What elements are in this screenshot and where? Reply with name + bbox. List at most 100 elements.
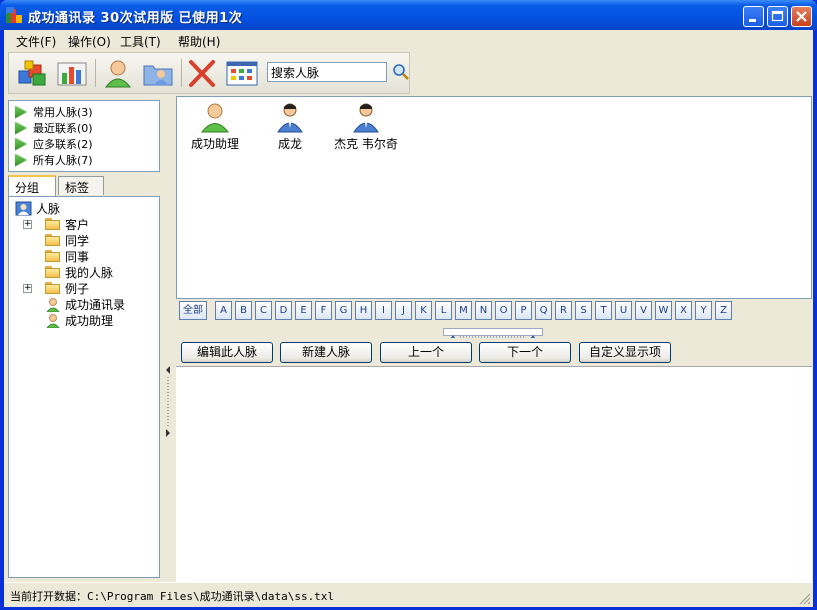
resize-grip-icon[interactable] [799, 593, 811, 605]
alpha-button-j[interactable]: J [395, 301, 412, 320]
tree-item-colleagues[interactable]: 同事 [45, 248, 89, 264]
status-label: 当前打开数据： [10, 590, 87, 603]
quick-item-label: 所有人脉(7) [33, 154, 93, 167]
tree-item-label: 成功通讯录 [65, 297, 126, 312]
tab-tags[interactable]: 标签 [58, 176, 104, 195]
client-area: 文件(F) 操作(O) 工具(T) 帮助(H) 搜索人脉 常用人脉(3) 最近联… [4, 30, 813, 607]
tree-item-label: 同事 [65, 249, 90, 264]
alpha-button-m[interactable]: M [455, 301, 472, 320]
tree-item-classmates[interactable]: 同学 [45, 232, 89, 248]
vertical-splitter[interactable] [164, 96, 172, 582]
toolbar-person-button[interactable] [101, 57, 135, 89]
alpha-button-k[interactable]: K [415, 301, 432, 320]
alpha-button-f[interactable]: F [315, 301, 332, 320]
contact-card[interactable]: 杰克 韦尔奇 [331, 101, 401, 152]
businessman-icon [353, 103, 379, 133]
tree-item-contact-app[interactable]: 成功通讯录 [45, 296, 125, 312]
delete-x-icon [189, 60, 215, 87]
alpha-button-r[interactable]: R [555, 301, 572, 320]
tree-item-label: 例子 [65, 281, 90, 296]
alpha-button-e[interactable]: E [295, 301, 312, 320]
tree-root[interactable]: 人脉 [15, 200, 60, 216]
alpha-button-p[interactable]: P [515, 301, 532, 320]
maximize-button[interactable] [767, 6, 788, 27]
alpha-button-q[interactable]: Q [535, 301, 552, 320]
alpha-button-n[interactable]: N [475, 301, 492, 320]
contact-card[interactable]: 成功助理 [190, 101, 240, 152]
cubes-icon [18, 60, 46, 86]
menu-file[interactable]: 文件(F) [16, 33, 56, 50]
minimize-button[interactable] [743, 6, 764, 27]
contact-name: 成龙 [277, 137, 302, 151]
app-window: 成功通讯录 30次试用版 已使用1次 文件(F) 操作(O) 工具(T) 帮助(… [0, 0, 817, 610]
tree-item-my-contacts[interactable]: 我的人脉 [45, 264, 113, 280]
window-title: 成功通讯录 30次试用版 已使用1次 [28, 11, 243, 26]
status-text: 当前打开数据：C:\Program Files\成功通讯录\data\ss.tx… [10, 588, 334, 604]
alpha-button-u[interactable]: U [615, 301, 632, 320]
green-person-icon [46, 313, 60, 328]
alpha-button-l[interactable]: L [435, 301, 452, 320]
contact-card[interactable]: 成龙 [272, 101, 308, 152]
quick-item-frequent[interactable]: 常用人脉(3) [15, 104, 93, 120]
splitter-arrows-icon [166, 366, 170, 437]
search-input[interactable] [267, 62, 387, 82]
new-contact-button[interactable]: 新建人脉 [280, 342, 372, 363]
magnifier-icon [393, 64, 409, 80]
menu-tools[interactable]: 工具(T) [120, 33, 161, 50]
alpha-button-o[interactable]: O [495, 301, 512, 320]
alpha-all-button[interactable]: 全部 [179, 301, 207, 320]
horizontal-splitter[interactable] [443, 328, 543, 339]
alpha-button-v[interactable]: V [635, 301, 652, 320]
toolbar-chart-button[interactable] [55, 57, 89, 89]
quick-item-label: 常用人脉(3) [33, 106, 93, 119]
expand-toggle-customers[interactable]: + [23, 220, 32, 229]
toolbar-grid-button[interactable] [225, 57, 259, 89]
edit-contact-button[interactable]: 编辑此人脉 [181, 342, 273, 363]
alpha-button-z[interactable]: Z [715, 301, 732, 320]
tree-item-assistant[interactable]: 成功助理 [45, 312, 113, 328]
alpha-button-s[interactable]: S [575, 301, 592, 320]
green-arrow-icon [15, 153, 27, 167]
alpha-button-i[interactable]: I [375, 301, 392, 320]
alpha-button-w[interactable]: W [655, 301, 672, 320]
folder-icon [45, 250, 61, 262]
network-people-icon [15, 201, 32, 215]
alpha-button-b[interactable]: B [235, 301, 252, 320]
green-arrow-icon [15, 137, 27, 151]
close-button[interactable] [791, 6, 812, 27]
contact-detail-panel [176, 366, 812, 582]
previous-button[interactable]: 上一个 [380, 342, 472, 363]
alpha-button-g[interactable]: G [335, 301, 352, 320]
quick-list-panel: 常用人脉(3) 最近联系(0) 应多联系(2) 所有人脉(7) [8, 100, 160, 172]
menu-bar: 文件(F) 操作(O) 工具(T) 帮助(H) [4, 30, 813, 52]
tab-group[interactable]: 分组 [8, 175, 56, 196]
grid-view-icon [226, 61, 258, 86]
alpha-button-d[interactable]: D [275, 301, 292, 320]
alpha-button-y[interactable]: Y [695, 301, 712, 320]
alpha-button-t[interactable]: T [595, 301, 612, 320]
expand-toggle-examples[interactable]: + [23, 284, 32, 293]
alpha-button-c[interactable]: C [255, 301, 272, 320]
alpha-button-a[interactable]: A [215, 301, 232, 320]
close-icon [796, 11, 807, 22]
toolbar-cubes-button[interactable] [15, 57, 49, 89]
tree-item-examples[interactable]: 例子 [45, 280, 89, 296]
menu-operate[interactable]: 操作(O) [68, 33, 111, 50]
tree-item-label: 我的人脉 [65, 265, 114, 280]
quick-item-all[interactable]: 所有人脉(7) [15, 152, 93, 168]
green-arrow-icon [15, 121, 27, 135]
alpha-button-h[interactable]: H [355, 301, 372, 320]
quick-item-contact-more[interactable]: 应多联系(2) [15, 136, 93, 152]
green-person-icon [200, 103, 230, 133]
tree-item-label: 成功助理 [65, 313, 114, 328]
quick-item-recent[interactable]: 最近联系(0) [15, 120, 93, 136]
customize-fields-button[interactable]: 自定义显示项 [579, 342, 671, 363]
search-button[interactable] [392, 63, 410, 81]
next-button[interactable]: 下一个 [479, 342, 571, 363]
toolbar-folder-people-button[interactable] [141, 57, 175, 89]
tree-item-customers[interactable]: 客户 [45, 216, 89, 232]
menu-help[interactable]: 帮助(H) [178, 33, 220, 50]
title-bar[interactable]: 成功通讯录 30次试用版 已使用1次 [0, 0, 817, 30]
toolbar-delete-button[interactable] [185, 57, 219, 89]
alpha-button-x[interactable]: X [675, 301, 692, 320]
